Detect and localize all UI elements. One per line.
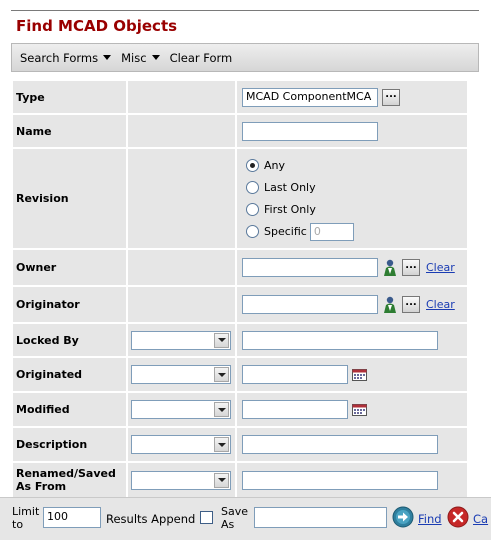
chevron-down-icon <box>103 55 112 60</box>
save-as-input[interactable] <box>254 507 387 528</box>
chevron-down-icon <box>214 472 229 488</box>
owner-field[interactable] <box>242 258 378 277</box>
modified-label: Modified <box>13 393 126 426</box>
radio-unselected[interactable] <box>246 181 259 194</box>
cancel-x-icon[interactable] <box>447 506 469 528</box>
search-forms-menu[interactable]: Search Forms <box>20 50 112 65</box>
search-forms-label: Search Forms <box>20 50 99 65</box>
misc-menu[interactable]: Misc <box>121 50 160 65</box>
radio-selected[interactable] <box>246 159 259 172</box>
renamed-operator-select[interactable] <box>131 470 231 490</box>
locked-by-field[interactable] <box>242 330 438 350</box>
modified-date-field[interactable] <box>242 400 348 419</box>
radio-unselected[interactable] <box>246 203 259 216</box>
revision-label: Revision <box>13 149 126 248</box>
results-append-checkbox[interactable] <box>200 511 213 524</box>
originator-label: Originator <box>13 287 126 322</box>
modified-operator-select[interactable] <box>131 400 231 419</box>
limit-input[interactable]: 100 <box>43 507 101 528</box>
type-chooser-button[interactable]: ... <box>382 88 400 106</box>
originator-clear-link[interactable]: Clear <box>426 298 455 311</box>
revision-option-any[interactable]: Any <box>246 155 467 177</box>
find-link[interactable]: Find <box>418 512 442 526</box>
toolbar: Search Forms Misc Clear Form <box>11 43 479 72</box>
person-chooser-icon[interactable] <box>382 259 398 277</box>
chevron-down-icon <box>214 332 229 348</box>
owner-label: Owner <box>13 250 126 285</box>
footer-bar: Limit to 100 Results Append Save As Find… <box>0 497 491 540</box>
locked-by-label: Locked By <box>13 324 126 356</box>
results-append-label: Results Append <box>106 512 196 526</box>
owner-chooser-button[interactable]: ... <box>402 259 420 276</box>
chevron-down-icon <box>214 402 229 417</box>
originated-date-field[interactable] <box>242 365 348 384</box>
chevron-down-icon <box>214 367 229 382</box>
revision-option-first-only[interactable]: First Only <box>246 199 467 221</box>
type-label: Type <box>13 81 126 113</box>
locked-by-operator-select[interactable] <box>131 330 231 350</box>
name-label: Name <box>13 115 126 147</box>
chevron-down-icon <box>151 55 160 60</box>
description-label: Description <box>13 428 126 461</box>
misc-label: Misc <box>121 50 147 65</box>
revision-option-last-only[interactable]: Last Only <box>246 177 467 199</box>
person-chooser-icon[interactable] <box>382 296 398 314</box>
page-title: Find MCAD Objects <box>16 17 178 35</box>
name-field[interactable] <box>242 121 378 141</box>
cancel-link[interactable]: Ca <box>473 512 488 526</box>
calendar-icon[interactable] <box>352 403 367 416</box>
originated-label: Originated <box>13 358 126 391</box>
calendar-icon[interactable] <box>352 368 367 381</box>
limit-label: Limit to <box>12 505 40 531</box>
originated-operator-select[interactable] <box>131 365 231 384</box>
radio-unselected[interactable] <box>246 225 259 238</box>
specific-revision-input[interactable]: 0 <box>309 222 354 241</box>
owner-clear-link[interactable]: Clear <box>426 261 455 274</box>
top-divider <box>11 10 479 11</box>
save-as-label: Save As <box>221 505 249 531</box>
description-field[interactable] <box>242 435 438 454</box>
originator-chooser-button[interactable]: ... <box>402 296 420 313</box>
type-field[interactable]: MCAD ComponentMCA <box>242 87 378 107</box>
find-arrow-icon[interactable] <box>392 506 414 528</box>
search-form: Type MCAD ComponentMCA... Name Revision … <box>11 79 469 499</box>
description-operator-select[interactable] <box>131 435 231 454</box>
renamed-field[interactable] <box>242 470 438 490</box>
originator-field[interactable] <box>242 295 378 314</box>
clear-form-button[interactable]: Clear Form <box>170 51 233 65</box>
chevron-down-icon <box>214 437 229 452</box>
revision-option-specific[interactable]: Specific 0 <box>246 221 467 243</box>
renamed-label: Renamed/Saved As From <box>13 463 126 497</box>
